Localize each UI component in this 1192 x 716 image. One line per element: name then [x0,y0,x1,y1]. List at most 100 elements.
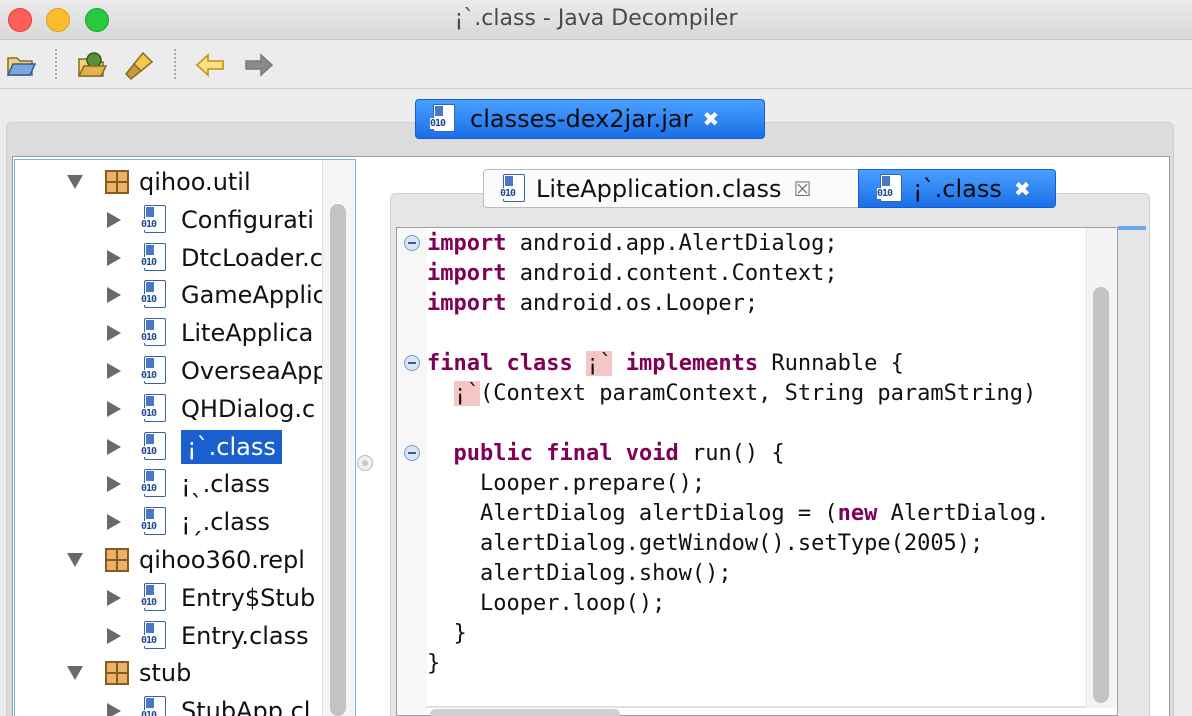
toolbar-separator [55,49,57,79]
close-icon[interactable]: ✖ [702,107,719,131]
expand-arrow-right-icon[interactable] [107,400,121,417]
tab-current-class[interactable]: 010 ¡`.class ✖ [858,169,1056,208]
tree-class-row[interactable]: 010 GameApplic [107,277,326,313]
fold-collapse-icon[interactable] [404,235,420,251]
package-icon [105,170,129,194]
code-text: run() { [678,440,785,466]
code-line: ¡` (Context paramContext, String paramStr… [427,378,1036,408]
expand-arrow-down-icon[interactable] [67,666,83,681]
expand-arrow-right-icon[interactable] [107,287,121,304]
expand-arrow-right-icon[interactable] [107,589,121,606]
tree-class-row[interactable]: 010 DtcLoader.c [107,240,323,276]
class-file-icon: 010 [877,173,907,204]
expand-arrow-right-icon[interactable] [107,703,121,716]
code-line: alertDialog.show(); [427,558,732,588]
class-file-icon: 010 [141,469,171,499]
close-icon[interactable]: ☒ [794,177,812,201]
open-type-button[interactable] [76,49,110,81]
tree-item-label: ¡ˏ.class [181,508,270,537]
class-file-icon: 010 [141,431,171,462]
code-text: android.os.Looper; [506,290,759,316]
code-keyword: new [837,500,878,526]
tree-package-row[interactable]: stub [67,655,191,691]
tree-package-row[interactable]: qihoo.util [67,164,251,200]
class-file-icon: 010 [141,696,171,716]
tab-label: ¡`.class [913,174,1002,203]
class-file-icon: 010 [141,280,171,310]
code-text: android.app.AlertDialog; [506,230,838,256]
code-line: final class ¡` implements Runnable { [427,348,904,378]
code-text: alertDialog.getWindow().setType(2005); [427,530,984,556]
code-highlight: ¡` [585,350,613,376]
expand-arrow-right-icon[interactable] [107,627,121,644]
close-icon[interactable]: ✖ [1014,177,1031,201]
forward-button[interactable] [242,49,276,81]
code-text: android.content.Context; [506,260,838,286]
code-line: import android.app.AlertDialog; [427,228,838,258]
tree-item-label: StubApp.cl [181,697,311,716]
expand-arrow-right-icon[interactable] [107,514,121,531]
code-text: Looper.loop(); [427,590,666,616]
open-folder-icon [6,57,36,76]
class-file-icon: 010 [141,393,171,424]
fold-collapse-icon[interactable] [404,445,420,461]
tree-scrollbar-thumb[interactable] [330,204,346,716]
tree-class-row[interactable]: 010 StubApp.cl [107,693,310,716]
toolbar [0,41,1192,89]
tree-class-row[interactable]: 010 QHDialog.c [107,391,315,427]
tree-class-row[interactable]: 010 LiteApplica [107,315,313,351]
code-keyword: public [453,440,533,466]
package-tree[interactable]: qihoo.util 010 Configurati 010 DtcLoader.c 01… [14,159,356,716]
tree-class-row[interactable]: 010 ¡ˎ.class [107,466,270,502]
expand-arrow-down-icon[interactable] [67,175,83,189]
tab-label: LiteApplication.class [536,174,782,203]
tree-class-row[interactable]: 010 Entry$Stub [107,580,315,616]
expand-arrow-right-icon[interactable] [107,363,121,379]
class-file-icon: 010 [141,318,171,348]
open-file-button[interactable] [4,49,38,81]
class-file-icon: 010 [141,242,171,273]
tree-item-label: qihoo360.repl [139,546,305,574]
expand-arrow-right-icon[interactable] [107,325,121,342]
code-horizontal-scrollbar-thumb[interactable] [430,709,620,716]
tree-item-label: ¡ˎ.class [181,470,270,499]
editor-indicator [1118,226,1146,230]
tree-class-row[interactable]: 010 Entry.class [107,618,309,654]
tree-class-row[interactable]: 010 Configurati [107,202,314,238]
code-line: AlertDialog alertDialog = (new AlertDial… [427,498,1050,528]
expand-arrow-right-icon[interactable] [107,249,121,266]
class-file-icon: 010 [141,507,171,537]
code-scrollbar-thumb[interactable] [1093,287,1109,703]
code-keyword: void [625,440,679,466]
tab-lite-application[interactable]: 010 LiteApplication.class ☒ [483,169,859,208]
code-text: (Context paramContext, String paramStrin… [480,380,1037,406]
expand-arrow-right-icon[interactable] [107,211,121,228]
code-text: Runnable { [758,350,904,376]
jar-tab-label: classes-dex2jar.jar [470,105,693,133]
code-text: Looper.prepare(); [427,470,706,496]
tree-class-row[interactable]: 010 OverseaApp [107,353,328,389]
class-file-icon: 010 [141,356,171,386]
tree-item-label: OverseaApp [181,357,328,385]
split-divider-handle[interactable] [357,455,373,471]
code-line: Looper.prepare(); [427,468,705,498]
package-icon [105,661,129,686]
back-button[interactable] [193,49,227,81]
tree-package-row[interactable]: qihoo360.repl [67,542,305,578]
search-button[interactable] [122,49,156,81]
expand-arrow-right-icon[interactable] [107,476,121,493]
expand-arrow-down-icon[interactable] [67,553,83,567]
expand-arrow-right-icon[interactable] [107,438,121,455]
code-line: } [427,618,467,648]
toolbar-separator [174,49,176,79]
code-line: Looper.loop(); [427,588,665,618]
code-text: } [427,620,467,646]
jar-tab[interactable]: 010 classes-dex2jar.jar ✖ [415,99,765,139]
tree-class-row[interactable]: 010 ¡ˏ.class [107,504,270,540]
tree-item-label: stub [139,659,192,688]
tree-class-row[interactable]: 010 ¡`.class [107,429,282,465]
fold-collapse-icon[interactable] [404,355,420,371]
tree-item-label: LiteApplica [181,319,314,348]
back-arrow-icon [195,53,224,77]
